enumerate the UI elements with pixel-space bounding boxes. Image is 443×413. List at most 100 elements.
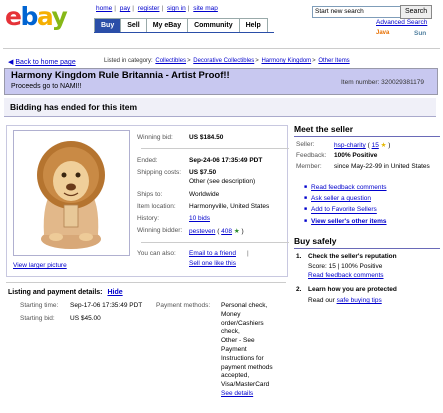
buy-safely-panel: Buy safely 1. Check the seller's reputat… (294, 236, 440, 319)
ebay-logo[interactable]: ebay (5, 2, 68, 31)
back-arrow-icon: ◀ (8, 59, 14, 66)
sell-one-like-this-link[interactable]: Sell one like this (189, 260, 236, 267)
listing-details-heading: Listing and payment details: (8, 289, 103, 296)
read-feedback-link[interactable]: Read feedback comments (311, 184, 387, 191)
bullet-icon: ■ (304, 217, 308, 224)
step-1-title: Check the seller's reputation (308, 253, 397, 260)
payment-method-line: Other - See (221, 337, 255, 345)
payment-methods-list: Personal check, Money order/Cashiers che… (221, 302, 291, 399)
winning-bidder-link[interactable]: pesteven (189, 228, 215, 235)
buy-safely-heading: Buy safely (294, 236, 337, 246)
logo-letter-b: b (20, 2, 38, 31)
logo-letter-y: y (51, 2, 67, 31)
payment-method-line: Payment (221, 345, 247, 353)
step-1-feedback-link[interactable]: Read feedback comments (308, 272, 384, 279)
view-seller-items-link[interactable]: View seller's other items (311, 218, 387, 225)
section-divider (294, 136, 440, 137)
category-link[interactable]: Harmony Kingdom (261, 58, 311, 64)
winning-bid-label: Winning bid: (137, 134, 173, 141)
register-link[interactable]: register (138, 5, 160, 12)
listed-in-label: Listed in category: (104, 58, 153, 64)
category-link[interactable]: Decorative Collectibles (193, 58, 254, 64)
hide-link[interactable]: Hide (107, 289, 122, 296)
green-star-icon: ★ (233, 228, 240, 235)
bullet-icon: ■ (304, 184, 308, 190)
bidder-score-link[interactable]: 408 (221, 228, 232, 235)
add-favorite-seller-link[interactable]: Add to Favorite Sellers (311, 207, 377, 214)
feedback-label: Feedback: (296, 152, 327, 159)
meet-the-seller-panel: Meet the seller Seller: hsp-charity ( 15… (294, 124, 440, 227)
tab-buy[interactable]: Buy (94, 18, 122, 33)
shipping-note: Other (see description) (189, 178, 256, 185)
breadcrumb: Listed in category: Collectibles> Decora… (104, 58, 351, 64)
payment-method-line: accepted, (221, 372, 250, 380)
tab-my-ebay[interactable]: My eBay (146, 18, 189, 33)
search-input[interactable]: Start new search (312, 6, 402, 18)
category-link[interactable]: Collectibles (155, 58, 186, 64)
item-location-value: Harmonyville, United States (189, 203, 270, 210)
bullet-icon: ■ (304, 206, 308, 213)
starting-bid-value: US $45.00 (70, 315, 101, 322)
payment-method-line: Money (221, 310, 241, 318)
payment-method-line: Personal check, (221, 302, 268, 309)
breadcrumb-separator: > (187, 58, 191, 64)
ended-value: Sep-24-06 17:35:49 PDT (189, 157, 263, 164)
safe-buying-tips-link[interactable]: safe buying tips (337, 297, 382, 304)
ships-to-label: Ships to: (137, 191, 163, 198)
starting-bid-label: Starting bid: (20, 315, 55, 322)
tab-help[interactable]: Help (239, 18, 268, 33)
seller-link-item: ■ View seller's other items (304, 216, 440, 227)
ships-to-value: Worldwide (189, 191, 220, 198)
seller-score-link[interactable]: 15 (372, 142, 379, 149)
see-details-link[interactable]: See details (221, 390, 291, 399)
payment-method-line: Instructions for (221, 354, 264, 362)
breadcrumb-separator: > (255, 58, 259, 64)
you-can-also-label: You can also: (137, 250, 176, 257)
item-location-label: Item location: (137, 203, 176, 210)
top-links: home | pay | register | sign in | site map (96, 5, 218, 12)
ask-seller-question-link[interactable]: Ask seller a question (311, 195, 371, 202)
bid-history-link[interactable]: 10 bids (189, 215, 210, 222)
header-divider (3, 48, 440, 49)
pay-link[interactable]: pay (120, 5, 130, 12)
search-button[interactable]: Search (400, 5, 433, 19)
step-2-title: Learn how you are protected (308, 286, 397, 293)
details-divider (141, 148, 289, 149)
seller-name-link[interactable]: hsp-charity (334, 142, 366, 149)
item-subtitle: Proceeds go to NAMI!! (11, 83, 82, 90)
item-title-bar: Harmony Kingdom Rule Britannia - Artist … (4, 68, 438, 95)
back-link[interactable]: ◀ Back to home page (8, 58, 76, 66)
back-link-label[interactable]: Back to home page (15, 59, 75, 66)
logo-letter-e: e (5, 2, 22, 31)
sun-logo: Sun (414, 30, 427, 37)
email-to-friend-link[interactable]: Email to a friend (189, 250, 236, 257)
java-logo: Java (376, 30, 390, 36)
seller-link-item: ■ Add to Favorite Sellers (304, 204, 440, 215)
view-larger-picture-link[interactable]: View larger picture (13, 262, 67, 269)
sign-in-link[interactable]: sign in (167, 5, 186, 12)
member-since-value: since May-22-99 in United States (334, 163, 430, 170)
section-divider (294, 248, 440, 249)
breadcrumb-separator: > (312, 58, 316, 64)
site-map-link[interactable]: site map (193, 5, 218, 12)
item-photo[interactable] (13, 130, 130, 256)
advanced-search-link[interactable]: Advanced Search (376, 19, 427, 26)
home-link[interactable]: home (96, 5, 112, 12)
winning-bidder-value: pesteven ( 408 ★ ) (189, 228, 244, 235)
lion-figurine-image (37, 141, 105, 249)
step-2-number: 2. (296, 286, 302, 293)
step-2-text: Read our safe buying tips (308, 297, 382, 304)
yellow-star-icon: ★ (380, 142, 387, 149)
member-label: Member: (296, 163, 322, 170)
feedback-value: 100% Positive (334, 152, 378, 159)
main-nav: Buy Sell My eBay Community Help (94, 18, 268, 33)
step-1-score: Score: 15 | 100% Positive (308, 263, 383, 270)
seller-label: Seller: (296, 141, 315, 148)
tab-sell[interactable]: Sell (121, 18, 147, 33)
seller-link-item: ■ Ask seller a question (304, 193, 440, 204)
tab-community[interactable]: Community (188, 18, 240, 33)
category-link[interactable]: Other Items (318, 58, 349, 64)
shipping-costs-label: Shipping costs: (137, 169, 182, 176)
step-2-prefix: Read our (308, 297, 335, 304)
payment-methods-label: Payment methods: (156, 302, 211, 309)
